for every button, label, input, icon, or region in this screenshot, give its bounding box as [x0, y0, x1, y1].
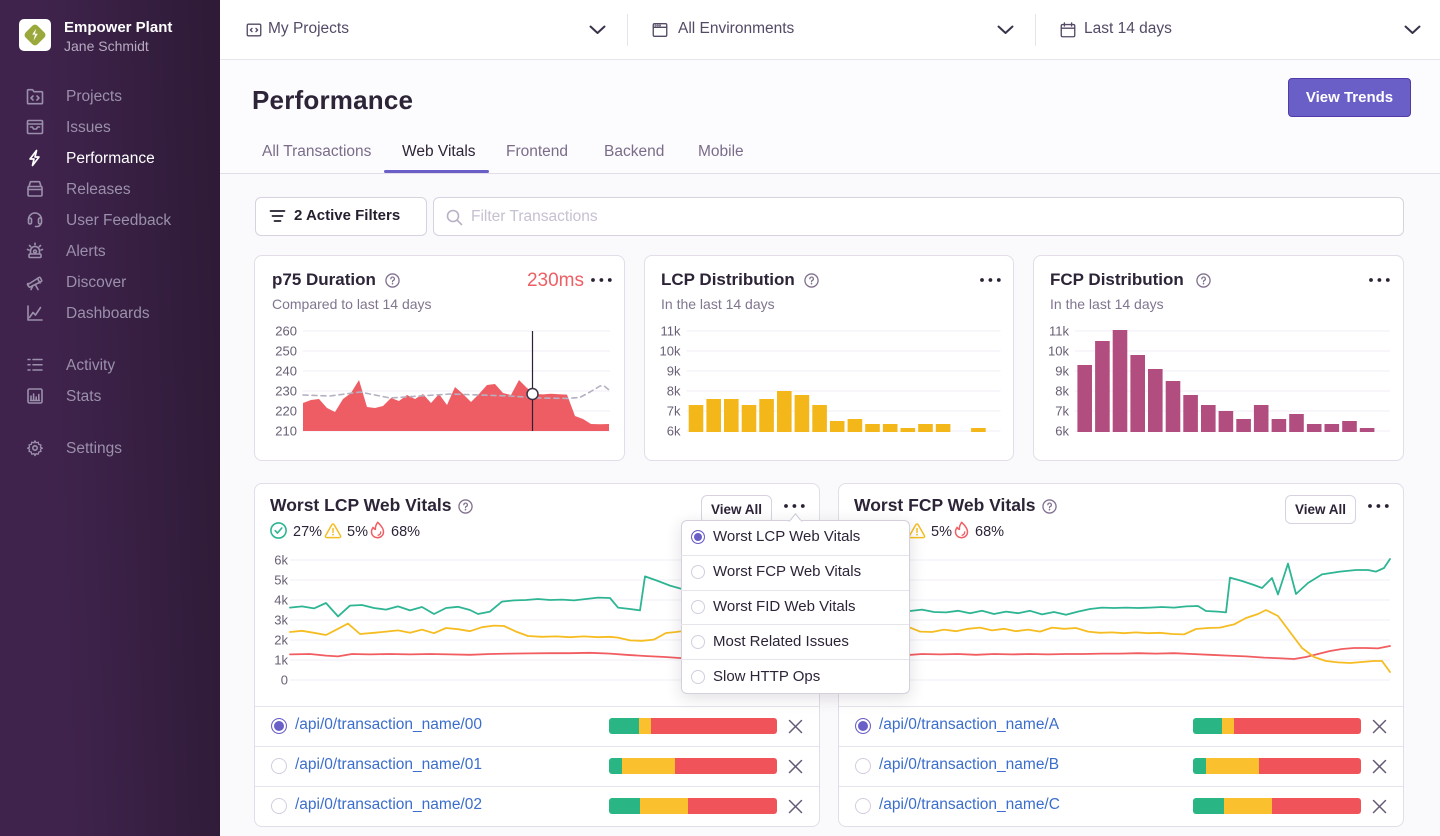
svg-text:6k: 6k — [274, 553, 288, 568]
svg-text:7k: 7k — [1055, 404, 1069, 419]
svg-text:9k: 9k — [1055, 364, 1069, 379]
svg-text:240: 240 — [275, 364, 297, 379]
svg-text:4k: 4k — [274, 593, 288, 608]
svg-text:5k: 5k — [274, 573, 288, 588]
svg-text:10k: 10k — [1048, 344, 1069, 359]
svg-text:220: 220 — [275, 404, 297, 419]
svg-text:2k: 2k — [274, 633, 288, 648]
svg-text:6k: 6k — [1055, 424, 1069, 439]
svg-text:11k: 11k — [1049, 324, 1069, 339]
svg-text:11k: 11k — [660, 324, 680, 339]
svg-text:0: 0 — [281, 673, 288, 688]
svg-text:250: 250 — [275, 344, 297, 359]
svg-text:1k: 1k — [274, 653, 288, 668]
svg-text:8k: 8k — [1055, 384, 1069, 399]
svg-text:260: 260 — [275, 324, 297, 339]
svg-text:210: 210 — [275, 424, 297, 439]
svg-text:6k: 6k — [666, 424, 680, 439]
svg-text:230: 230 — [275, 384, 297, 399]
svg-text:7k: 7k — [666, 404, 680, 419]
svg-text:8k: 8k — [666, 384, 680, 399]
svg-text:9k: 9k — [666, 364, 680, 379]
svg-text:3k: 3k — [274, 613, 288, 628]
svg-text:10k: 10k — [659, 344, 680, 359]
